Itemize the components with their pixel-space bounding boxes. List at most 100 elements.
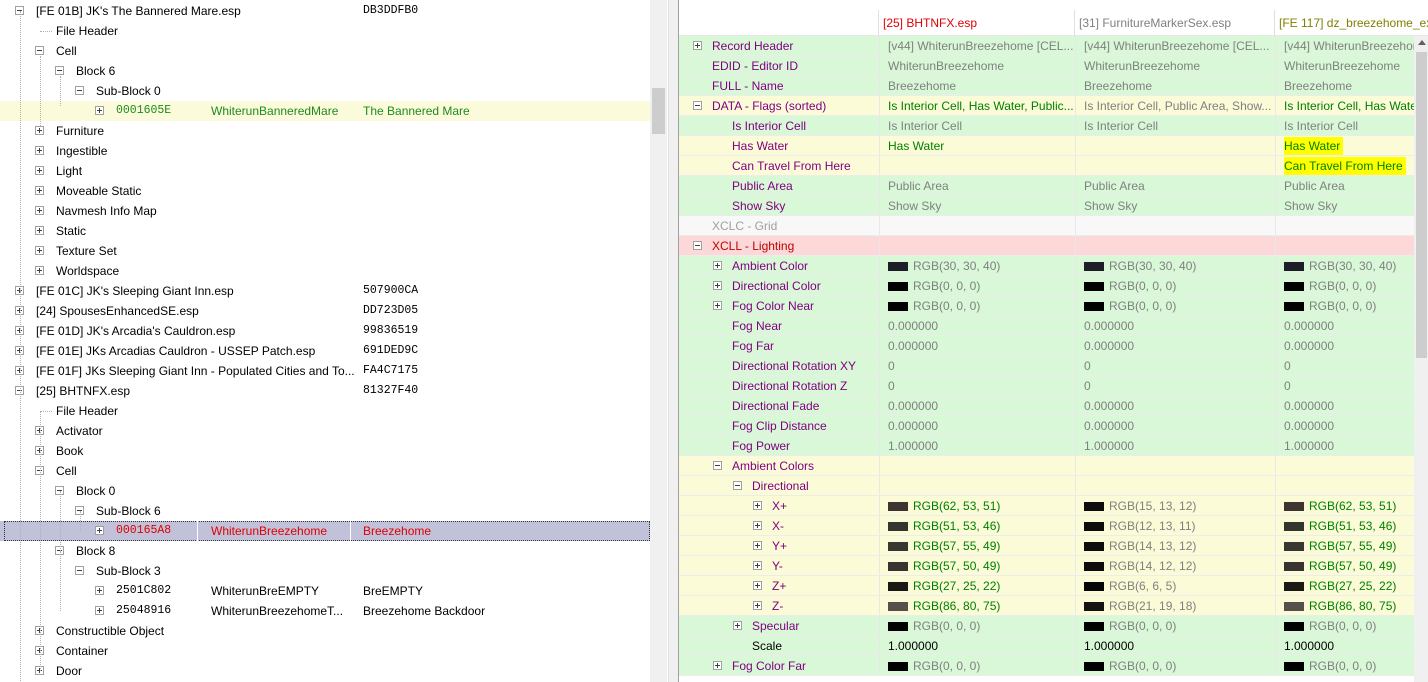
grid-row[interactable]: Fog Far 0.000000 0.000000 0.000000 [679, 336, 1428, 356]
field-value[interactable]: RGB(57, 55, 49) [879, 536, 1075, 556]
grid-row[interactable]: Directional Color RGB(0, 0, 0) RGB(0, 0, 0… [679, 276, 1428, 296]
expand-icon[interactable] [35, 146, 44, 155]
field-value[interactable]: Is Interior Cell [1275, 116, 1414, 136]
expand-icon[interactable] [95, 106, 104, 115]
grid-row[interactable]: XCLC - Grid [679, 216, 1428, 236]
grid-row[interactable]: Public Area Public Area Public Area Public … [679, 176, 1428, 196]
tree-node[interactable]: [24] SpousesEnhancedSE.esp DD723D05 [0, 301, 650, 321]
field-value[interactable]: 0 [879, 356, 1075, 376]
tree-node[interactable]: Furniture [0, 121, 650, 141]
field-value[interactable]: 1.000000 [879, 636, 1075, 656]
tree-node[interactable]: 2501C802 WhiterunBreEMPTY BreEMPTY [0, 581, 650, 601]
expand-icon[interactable] [733, 621, 742, 630]
tree-node[interactable]: [FE 01C] JK's Sleeping Giant Inn.esp 5079… [0, 281, 650, 301]
field-value[interactable]: RGB(0, 0, 0) [879, 656, 1075, 676]
field-value[interactable] [879, 476, 1075, 496]
grid-row[interactable]: X+ RGB(62, 53, 51) RGB(15, 13, 12) RGB(62, … [679, 496, 1428, 516]
field-value[interactable] [1275, 476, 1414, 496]
field-value[interactable]: RGB(21, 19, 18) [1075, 596, 1275, 616]
grid-row[interactable]: X- RGB(51, 53, 46) RGB(12, 13, 11) RGB(51, … [679, 516, 1428, 536]
collapse-icon[interactable] [75, 566, 84, 575]
tree-node[interactable]: Sub-Block 6 [0, 501, 650, 521]
tree-node[interactable]: Sub-Block 3 [0, 561, 650, 581]
field-value[interactable]: 0.000000 [879, 316, 1075, 336]
field-value[interactable]: WhiterunBreezehome [1075, 56, 1275, 76]
field-value[interactable] [1075, 456, 1275, 476]
expand-icon[interactable] [753, 561, 762, 570]
tree-node[interactable]: Book [0, 441, 650, 461]
field-value[interactable]: RGB(0, 0, 0) [879, 296, 1075, 316]
collapse-icon[interactable] [693, 241, 702, 250]
field-value[interactable]: RGB(0, 0, 0) [1275, 656, 1414, 676]
expand-icon[interactable] [95, 586, 104, 595]
field-value[interactable]: RGB(51, 53, 46) [879, 516, 1075, 536]
field-value[interactable]: 0.000000 [1275, 316, 1414, 336]
field-value[interactable]: RGB(0, 0, 0) [1075, 616, 1275, 636]
field-value[interactable]: RGB(86, 80, 75) [1275, 596, 1414, 616]
tree-node[interactable]: Constructible Object [0, 621, 650, 641]
field-value[interactable]: RGB(57, 50, 49) [1275, 556, 1414, 576]
tree-node[interactable]: Moveable Static [0, 181, 650, 201]
expand-icon[interactable] [753, 501, 762, 510]
grid-row[interactable]: Y+ RGB(57, 55, 49) RGB(14, 13, 12) RGB(57, … [679, 536, 1428, 556]
tree-node[interactable]: [FE 01F] JKs Sleeping Giant Inn - Popula… [0, 361, 650, 381]
grid-row[interactable]: FULL - Name Breezehome Breezehome Breezehom… [679, 76, 1428, 96]
grid-row[interactable]: Record Header [v44] WhiterunBreezehome [C… [679, 36, 1428, 56]
grid-row[interactable]: Fog Clip Distance 0.000000 0.000000 0.00000… [679, 416, 1428, 436]
expand-icon[interactable] [753, 581, 762, 590]
field-value[interactable]: Is Interior Cell, Public Area, Show... [1075, 96, 1275, 116]
grid-row[interactable]: Ambient Colors [679, 456, 1428, 476]
expand-icon[interactable] [713, 661, 722, 670]
field-value[interactable]: RGB(57, 55, 49) [1275, 536, 1414, 556]
grid-row[interactable]: Y- RGB(57, 50, 49) RGB(14, 12, 12) RGB(57, … [679, 556, 1428, 576]
field-value[interactable] [1275, 236, 1414, 256]
grid-row[interactable]: Z+ RGB(27, 25, 22) RGB(6, 6, 5) RGB(27, 25,… [679, 576, 1428, 596]
field-value[interactable]: 0 [1075, 356, 1275, 376]
field-value[interactable]: Breezehome [879, 76, 1075, 96]
field-value[interactable]: Is Interior Cell, Has Water [1275, 96, 1414, 116]
field-value[interactable]: RGB(0, 0, 0) [1075, 296, 1275, 316]
tree-node[interactable]: Activator [0, 421, 650, 441]
field-value[interactable]: RGB(86, 80, 75) [879, 596, 1075, 616]
expand-icon[interactable] [35, 126, 44, 135]
field-value[interactable]: Has Water [1275, 136, 1414, 156]
scroll-up-arrow-icon[interactable] [1418, 40, 1426, 45]
expand-icon[interactable] [713, 301, 722, 310]
field-value[interactable] [1075, 216, 1275, 236]
field-value[interactable] [1275, 456, 1414, 476]
grid-row[interactable]: Is Interior Cell Is Interior Cell Is Inter… [679, 116, 1428, 136]
expand-icon[interactable] [753, 541, 762, 550]
expand-icon[interactable] [95, 606, 104, 615]
grid-row[interactable]: Has Water Has Water Has Water [679, 136, 1428, 156]
collapse-icon[interactable] [55, 66, 64, 75]
field-value[interactable]: Is Interior Cell [879, 116, 1075, 136]
field-value[interactable]: RGB(62, 53, 51) [1275, 496, 1414, 516]
field-value[interactable]: Public Area [1075, 176, 1275, 196]
expand-icon[interactable] [35, 266, 44, 275]
tree-node[interactable]: Sub-Block 0 [0, 81, 650, 101]
field-value[interactable]: RGB(57, 50, 49) [879, 556, 1075, 576]
field-value[interactable]: RGB(30, 30, 40) [879, 256, 1075, 276]
tree-node[interactable]: Block 0 [0, 481, 650, 501]
field-value[interactable]: WhiterunBreezehome [879, 56, 1075, 76]
grid-row[interactable]: DATA - Flags (sorted) Is Interior Cell, H… [679, 96, 1428, 116]
field-value[interactable]: Show Sky [1275, 196, 1414, 216]
tree-node[interactable]: [FE 01B] JK's The Bannered Mare.esp DB3DD… [0, 1, 650, 21]
field-value[interactable]: 0.000000 [1275, 416, 1414, 436]
field-value[interactable]: RGB(14, 12, 12) [1075, 556, 1275, 576]
field-value[interactable]: 0.000000 [1075, 316, 1275, 336]
tree-node[interactable]: Cell [0, 461, 650, 481]
field-value[interactable]: 0 [1275, 356, 1414, 376]
field-value[interactable]: 0 [1075, 376, 1275, 396]
field-value[interactable]: RGB(12, 13, 11) [1075, 516, 1275, 536]
expand-icon[interactable] [35, 186, 44, 195]
field-value[interactable]: RGB(62, 53, 51) [879, 496, 1075, 516]
field-value[interactable]: RGB(6, 6, 5) [1075, 576, 1275, 596]
plugin-column-header[interactable]: [25] BHTNFX.esp [879, 10, 1075, 36]
field-value[interactable]: [v44] WhiterunBreezehome [CEL... [1075, 36, 1275, 56]
tree-node[interactable]: Static [0, 221, 650, 241]
grid-row[interactable]: Directional [679, 476, 1428, 496]
field-value[interactable]: RGB(30, 30, 40) [1275, 256, 1414, 276]
grid-row[interactable]: Directional Rotation XY 0 0 0 [679, 356, 1428, 376]
expand-icon[interactable] [753, 601, 762, 610]
